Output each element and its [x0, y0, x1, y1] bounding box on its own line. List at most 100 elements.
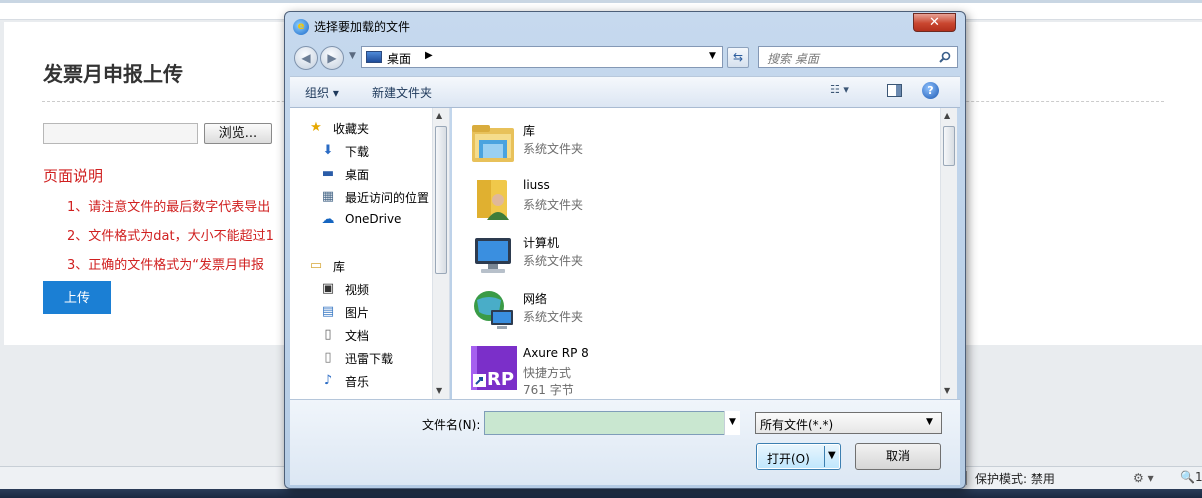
file-name: 计算机 — [523, 236, 560, 250]
list-item[interactable]: RP Axure RP 8 快捷方式 761 字节 — [467, 340, 867, 397]
close-button[interactable]: ✕ — [913, 13, 956, 32]
zoom-level[interactable]: 🔍1 — [1180, 470, 1202, 484]
open-label: 打开(O) — [767, 452, 810, 466]
address-dropdown-icon[interactable]: ▼ — [709, 51, 716, 61]
chevron-down-icon: ▼ — [926, 417, 933, 427]
nav-item-recent[interactable]: ▦ 最近访问的位置 — [320, 187, 449, 207]
dialog-toolbar: 组织 ▾ 新建文件夹 ☷ ▾ ? — [290, 76, 960, 108]
chevron-right-icon[interactable]: ▶ — [425, 50, 433, 61]
list-item[interactable]: 计算机 系统文件夹 — [467, 228, 867, 280]
file-size: 761 字节 — [523, 383, 574, 397]
file-list-scrollbar[interactable]: ▲ ▼ — [940, 108, 957, 399]
nav-item-label: 下载 — [345, 145, 370, 159]
scroll-thumb[interactable] — [943, 126, 955, 166]
list-item[interactable]: 库 系统文件夹 — [467, 116, 867, 168]
star-icon: ★ — [310, 120, 322, 135]
file-type: 系统文件夹 — [523, 310, 584, 324]
picture-icon: ▤ — [321, 304, 335, 319]
nav-item-label: 文档 — [345, 329, 370, 343]
svg-text:RP: RP — [487, 369, 514, 390]
scroll-down-icon[interactable]: ▼ — [436, 386, 442, 395]
file-type: 系统文件夹 — [523, 142, 584, 156]
filename-input[interactable] — [484, 411, 740, 435]
forward-button[interactable]: ▶ — [320, 46, 344, 70]
cloud-icon: ☁ — [321, 212, 335, 227]
change-view-button[interactable]: ☷ ▾ — [830, 83, 868, 101]
upload-button[interactable]: 上传 — [43, 281, 111, 314]
scroll-up-icon[interactable]: ▲ — [944, 111, 950, 120]
help-icon[interactable]: ? — [922, 82, 939, 99]
nav-pane-scrollbar[interactable]: ▲ ▼ — [432, 108, 449, 399]
open-options-dropdown-icon[interactable]: ▼ — [828, 450, 836, 461]
dialog-bottom-bar: 文件名(N): ▼ 所有文件(*.*) ▼ 打开(O) ▼ 取消 — [290, 399, 960, 485]
music-icon: ♪ — [323, 373, 333, 388]
computer-icon — [475, 238, 511, 273]
nav-item-documents[interactable]: ▯ 文档 — [320, 325, 449, 345]
download-folder-icon: ⬇ — [322, 143, 334, 158]
nav-item-label: 图片 — [345, 306, 370, 320]
recent-locations-dropdown-icon[interactable]: ▼ — [349, 51, 356, 61]
description-title: 页面说明 — [43, 167, 104, 185]
note-item: 3、正确的文件格式为“发票月申报 — [67, 258, 265, 273]
list-item[interactable]: liuss 系统文件夹 — [467, 172, 867, 224]
file-name: 网络 — [523, 292, 548, 306]
cancel-button[interactable]: 取消 — [855, 443, 941, 470]
filetype-select[interactable]: 所有文件(*.*) ▼ — [755, 412, 942, 434]
file-name: liuss — [523, 178, 550, 192]
zoom-value: 1 — [1194, 470, 1202, 484]
nav-item-thunder[interactable]: ▯ 迅雷下载 — [320, 348, 449, 368]
open-button[interactable]: 打开(O) ▼ — [756, 443, 841, 470]
refresh-button[interactable]: ⇆ — [727, 47, 749, 68]
preview-pane-icon[interactable] — [887, 84, 902, 97]
network-icon — [474, 291, 513, 329]
list-item[interactable]: 网络 系统文件夹 — [467, 284, 867, 336]
desktop-icon — [366, 51, 382, 63]
address-location[interactable]: 桌面 — [387, 50, 411, 67]
browse-button[interactable]: 浏览... — [204, 123, 272, 144]
download-folder-icon: ▯ — [324, 350, 332, 365]
dialog-title: 选择要加载的文件 — [314, 20, 411, 34]
nav-item-desktop[interactable]: ▬ 桌面 — [320, 164, 449, 184]
navigation-pane: ★ 收藏夹 ⬇ 下载 ▬ 桌面 ▦ 最近访问的位置 ☁ OneDrive ▭ 库… — [290, 108, 450, 399]
back-button[interactable]: ◀ — [294, 46, 318, 70]
protected-mode-status: 保护模式: 禁用 — [975, 472, 1055, 486]
nav-item-label: 库 — [333, 260, 346, 274]
search-icon[interactable] — [939, 51, 951, 63]
filename-label: 文件名(N): — [422, 418, 481, 432]
search-input[interactable]: 搜索 桌面 — [758, 46, 958, 68]
nav-item-downloads[interactable]: ⬇ 下载 — [320, 141, 449, 161]
nav-item-favorites[interactable]: ★ 收藏夹 — [308, 118, 438, 138]
document-icon: ▯ — [324, 327, 332, 342]
recent-places-icon: ▦ — [321, 189, 335, 204]
file-name: Axure RP 8 — [523, 346, 589, 360]
nav-item-videos[interactable]: ▣ 视频 — [320, 279, 449, 299]
page-title: 发票月申报上传 — [43, 62, 183, 86]
note-item: 1、请注意文件的最后数字代表导出 — [67, 200, 271, 215]
nav-item-libraries[interactable]: ▭ 库 — [308, 256, 438, 276]
nav-item-music[interactable]: ♪ 音乐 — [320, 371, 449, 391]
scroll-up-icon[interactable]: ▲ — [436, 111, 442, 120]
address-bar[interactable]: 桌面 ▶ ▼ — [361, 46, 723, 68]
organize-button[interactable]: 组织 ▾ — [305, 84, 339, 101]
status-separator — [966, 471, 967, 485]
file-path-input[interactable] — [43, 123, 198, 144]
desktop-icon: ▬ — [321, 166, 335, 181]
new-folder-button[interactable]: 新建文件夹 — [372, 84, 432, 101]
nav-item-label: 收藏夹 — [333, 122, 370, 136]
security-zone-icon[interactable]: ⚙ ▾ — [1133, 471, 1154, 485]
nav-item-label: 迅雷下载 — [345, 352, 394, 366]
ie-logo-icon: e — [293, 19, 309, 35]
video-icon: ▣ — [321, 281, 335, 296]
split-divider — [824, 446, 825, 467]
file-type: 快捷方式 — [523, 366, 572, 380]
file-list-pane: 库 系统文件夹 liuss 系统文件夹 计算机 系统文件夹 网络 系统文件夹 R… — [452, 108, 940, 399]
library-icon — [472, 125, 514, 162]
user-folder-icon — [477, 180, 509, 220]
filename-dropdown-icon[interactable]: ▼ — [724, 411, 740, 435]
axure-shortcut-icon: RP — [471, 346, 517, 390]
scroll-thumb[interactable] — [435, 126, 447, 274]
nav-item-onedrive[interactable]: ☁ OneDrive — [320, 210, 449, 230]
nav-item-label: 最近访问的位置 — [345, 191, 430, 205]
nav-item-pictures[interactable]: ▤ 图片 — [320, 302, 449, 322]
scroll-down-icon[interactable]: ▼ — [944, 386, 950, 395]
